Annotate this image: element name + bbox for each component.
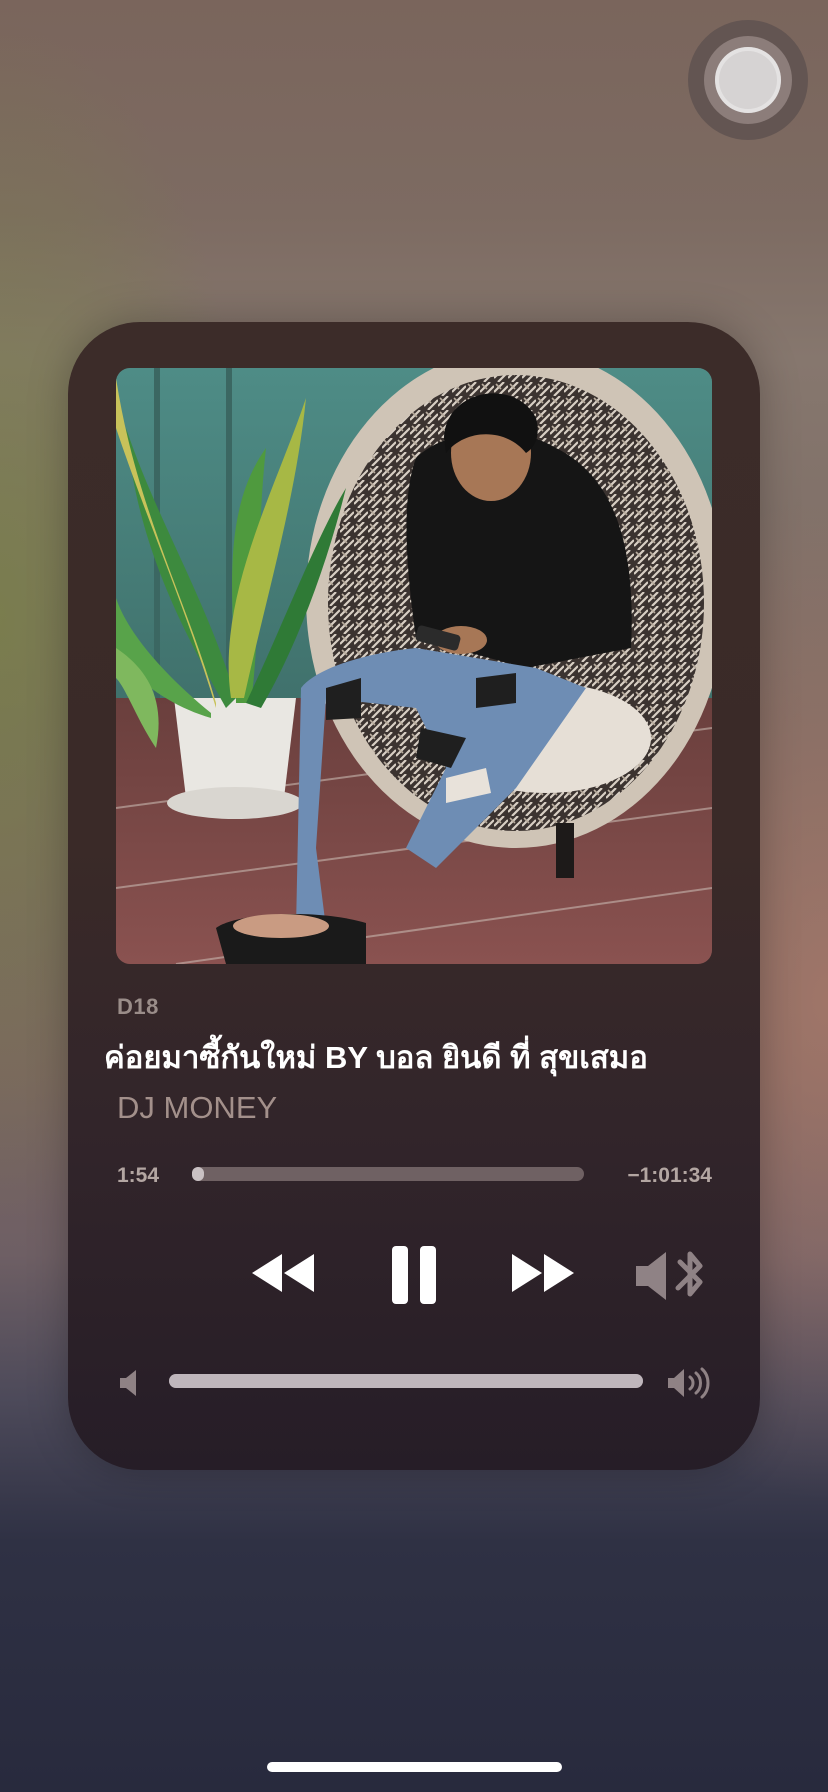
volume-min-button <box>118 1368 140 1398</box>
track-title[interactable]: ค่อยมาซี้กันใหม่ BY บอล ยินดี ที่ สุขเสม… <box>104 1032 724 1082</box>
album-artwork-image <box>116 368 712 964</box>
assistive-touch-button[interactable] <box>688 20 808 140</box>
rewind-button[interactable] <box>250 1250 318 1296</box>
album-artwork <box>116 368 712 964</box>
fast-forward-button[interactable] <box>508 1250 576 1296</box>
volume-high-icon <box>668 1367 710 1399</box>
rewind-icon <box>252 1254 314 1292</box>
playback-scrubber[interactable] <box>192 1167 584 1181</box>
now-playing-card: D18 ค่อยมาซี้กันใหม่ BY บอล ยินดี ที่ สุ… <box>68 322 760 1470</box>
remaining-time: −1:01:34 <box>627 1164 712 1187</box>
volume-low-icon <box>120 1370 136 1396</box>
audio-output-button[interactable] <box>634 1250 708 1302</box>
fast-forward-icon <box>512 1254 574 1292</box>
pause-icon <box>392 1246 436 1304</box>
volume-slider[interactable] <box>169 1374 643 1388</box>
artist-name[interactable]: DJ MONEY <box>117 1090 277 1126</box>
source-label: D18 <box>117 994 159 1019</box>
pause-button[interactable] <box>390 1244 438 1306</box>
volume-max-button <box>666 1366 712 1400</box>
assistive-touch-ring <box>704 36 792 124</box>
elapsed-time: 1:54 <box>117 1164 160 1187</box>
home-indicator[interactable] <box>267 1762 562 1772</box>
speaker-bluetooth-icon <box>636 1251 703 1300</box>
volume-slider-fill <box>169 1374 643 1388</box>
assistive-touch-core <box>715 47 781 113</box>
playback-progress-fill <box>192 1167 204 1181</box>
